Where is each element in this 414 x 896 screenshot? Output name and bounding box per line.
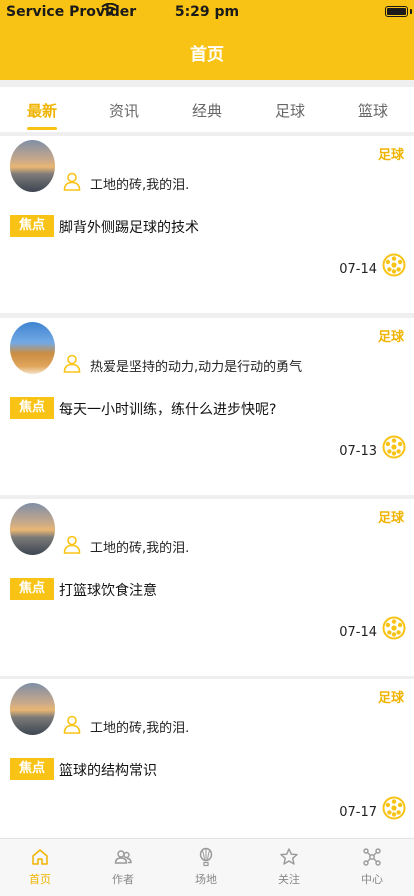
post-date: 07-14 (339, 625, 377, 640)
user-icon (63, 172, 81, 191)
football-icon (382, 435, 406, 459)
tabbar-center[interactable]: 中心 (342, 847, 402, 887)
football-icon (382, 796, 406, 820)
tabbar-label: 关注 (278, 873, 300, 886)
tabbar-label: 中心 (361, 873, 383, 886)
football-icon (382, 616, 406, 640)
author-name[interactable]: 工地的砖,我的泪. (90, 717, 189, 736)
battery-icon (385, 6, 408, 17)
post-title[interactable]: 脚背外侧踢足球的技术 (59, 217, 199, 237)
sunset-avatar[interactable] (10, 503, 55, 555)
user-icon (63, 535, 81, 554)
sunset-avatar[interactable] (10, 683, 55, 735)
tabbar-home[interactable]: 首页 (10, 847, 70, 887)
home-icon (32, 849, 48, 865)
clock: 5:29 pm (174, 4, 240, 20)
tabbar-follow[interactable]: 关注 (259, 847, 319, 887)
focus-badge: 焦点 (10, 215, 54, 237)
tab-news[interactable]: 资讯 (94, 100, 154, 121)
post-date: 07-17 (339, 805, 377, 820)
author-name[interactable]: 工地的砖,我的泪. (90, 537, 189, 556)
post-card[interactable]: 工地的砖,我的泪. 足球 焦点 篮球的结构常识 07-17 (0, 679, 414, 838)
category-label: 足球 (377, 148, 404, 163)
author-name[interactable]: 热爱是坚持的动力,动力是行动的勇气 (90, 356, 302, 375)
tabbar-venue[interactable]: 场地 (176, 847, 236, 887)
tab-basketball[interactable]: 篮球 (343, 100, 403, 121)
tabbar-label: 作者 (112, 873, 134, 886)
post-title[interactable]: 打篮球饮食注意 (59, 580, 157, 600)
status-bar: Service Provider 5:29 pm (0, 0, 414, 26)
active-tab-indicator (27, 127, 57, 130)
tab-latest[interactable]: 最新 (12, 100, 72, 121)
tab-classic[interactable]: 经典 (177, 100, 237, 121)
battery-tip (410, 9, 412, 14)
post-card[interactable]: 工地的砖,我的泪. 足球 焦点 打篮球饮食注意 07-14 (0, 499, 414, 676)
category-label: 足球 (377, 691, 404, 706)
post-title[interactable]: 每天一小时训练，练什么进步快呢? (59, 399, 276, 419)
post-card[interactable]: 热爱是坚持的动力,动力是行动的勇气 足球 焦点 每天一小时训练，练什么进步快呢?… (0, 318, 414, 495)
football-icon (382, 253, 406, 277)
user-icon (63, 715, 81, 734)
sunset-avatar[interactable] (10, 140, 55, 192)
app-screen: Service Provider 5:29 pm 首页 最新 资讯 经典 足球 … (0, 0, 414, 896)
users-icon (114, 850, 132, 864)
category-label: 足球 (377, 511, 404, 526)
balloon-icon (199, 847, 213, 867)
doge-avatar[interactable] (10, 322, 55, 374)
focus-badge: 焦点 (10, 397, 54, 419)
tabbar-label: 首页 (29, 873, 51, 886)
star-icon (280, 848, 298, 865)
post-title[interactable]: 篮球的结构常识 (59, 760, 157, 780)
network-icon (363, 848, 381, 866)
post-card[interactable]: 工地的砖,我的泪. 足球 焦点 脚背外侧踢足球的技术 07-14 (0, 136, 414, 313)
focus-badge: 焦点 (10, 578, 54, 600)
user-icon (63, 354, 81, 373)
author-name[interactable]: 工地的砖,我的泪. (90, 174, 189, 193)
bottom-tab-bar: 首页 作者 场地 关注 中心 (0, 838, 414, 896)
category-tabs: 最新 资讯 经典 足球 篮球 (0, 87, 414, 132)
tab-football[interactable]: 足球 (260, 100, 320, 121)
header: Service Provider 5:29 pm 首页 (0, 0, 414, 80)
post-date: 07-14 (339, 262, 377, 277)
tabbar-label: 场地 (195, 873, 217, 886)
category-label: 足球 (377, 330, 404, 345)
tabbar-authors[interactable]: 作者 (93, 847, 153, 887)
page-title: 首页 (190, 45, 224, 65)
post-date: 07-13 (339, 444, 377, 459)
focus-badge: 焦点 (10, 758, 54, 780)
